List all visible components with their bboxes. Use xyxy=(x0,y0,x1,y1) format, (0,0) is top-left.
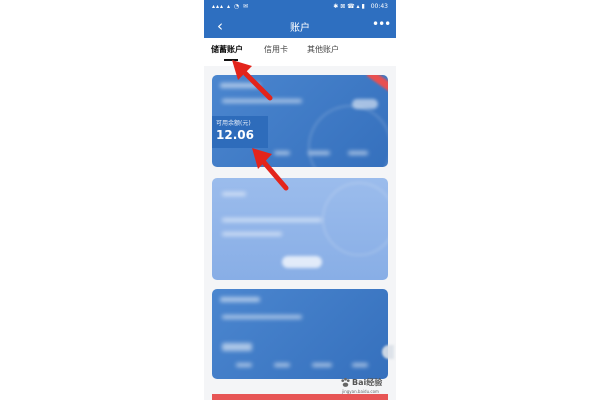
phone-screen: ▴▴▴ ▴ ◔ ✉ ✱ ⊠ ☎ ▴ ▮ 00:43 ‹ 账户 ••• 储蓄账户 … xyxy=(204,0,396,400)
status-right-icons: ✱ ⊠ ☎ ▴ ▮ xyxy=(333,3,365,10)
app-bar: ‹ 账户 ••• xyxy=(204,14,396,38)
account-card-2[interactable] xyxy=(212,289,388,379)
card-header-blur xyxy=(220,83,260,88)
tab-savings-account[interactable]: 储蓄账户 xyxy=(211,44,243,55)
card-action-blur-2 xyxy=(308,151,330,155)
more-dots-icon: ••• xyxy=(372,17,391,31)
side-handle[interactable] xyxy=(382,345,394,359)
status-bar: ▴▴▴ ▴ ◔ ✉ ✱ ⊠ ☎ ▴ ▮ 00:43 xyxy=(204,0,396,14)
card2-action-blur-4 xyxy=(352,363,368,367)
card2-action-blur-3 xyxy=(312,363,332,367)
available-balance-label: 可用余额(元) xyxy=(216,120,251,127)
status-left-icons: ▴▴▴ ▴ ◔ ✉ xyxy=(212,3,250,10)
tab-credit-card[interactable]: 信用卡 xyxy=(264,44,288,55)
corner-ribbon xyxy=(366,75,388,93)
watermark-url: jingyan.baidu.com xyxy=(342,389,379,394)
promo-action-button[interactable] xyxy=(282,256,322,268)
card2-number-blur xyxy=(222,315,302,319)
status-time: 00:43 xyxy=(370,3,388,10)
page-title: 账户 xyxy=(290,23,310,34)
card-action-blur-1 xyxy=(274,151,290,155)
card-decoration xyxy=(308,105,388,167)
promo-card[interactable] xyxy=(212,178,388,280)
promo-text-blur-1 xyxy=(222,218,322,222)
promo-text-blur-2 xyxy=(222,232,282,236)
card-action-blur-3 xyxy=(348,151,368,155)
card2-header-blur xyxy=(220,297,260,302)
card2-action-blur-2 xyxy=(274,363,290,367)
promo-decoration xyxy=(322,182,388,256)
status-right: ✱ ⊠ ☎ ▴ ▮ 00:43 xyxy=(333,3,388,10)
watermark: Bai经验 jingyan.baidu.com xyxy=(334,374,394,398)
available-balance-value: 12.06 xyxy=(216,128,254,142)
promo-title-blur xyxy=(222,192,246,196)
active-tab-indicator xyxy=(224,59,238,61)
card-number-blur xyxy=(222,99,302,103)
tab-other-accounts[interactable]: 其他账户 xyxy=(307,44,339,55)
more-button[interactable]: ••• xyxy=(372,16,391,34)
paw-icon xyxy=(341,377,350,387)
card2-action-blur-1 xyxy=(236,363,252,367)
card2-balance-blur xyxy=(222,343,252,351)
watermark-text: Bai经验 xyxy=(352,378,383,387)
account-tabs: 储蓄账户 信用卡 其他账户 xyxy=(204,38,396,66)
